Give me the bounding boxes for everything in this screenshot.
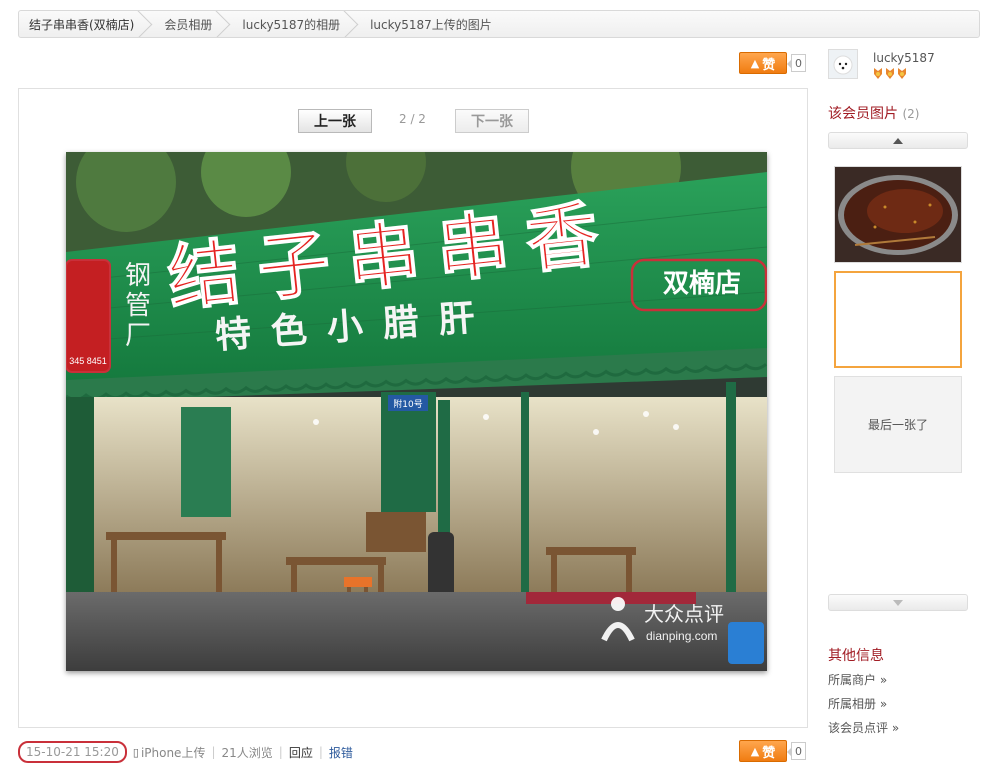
storefront-image: 345 8451 钢 管 厂 结子串串香 特色小腊肝 双楠店 附10号 大众点评…: [66, 152, 767, 671]
username-link[interactable]: lucky5187: [873, 51, 935, 65]
other-info-title: 其他信息: [828, 648, 884, 664]
breadcrumb-shop[interactable]: 结子串串香(双楠店): [19, 11, 152, 37]
next-photo-button[interactable]: 下一张: [455, 109, 529, 133]
sign-left-bot: 厂: [125, 321, 151, 351]
breadcrumb-member-album[interactable]: 会员相册: [152, 11, 230, 37]
reply-link[interactable]: 回应: [289, 744, 313, 761]
sign-phone: 345 8451: [69, 356, 107, 366]
divider: |: [318, 745, 323, 759]
photo-viewer: 上一张 2 / 2 下一张 345 8451 钢 管 厂 结子串串香 特色小腊肝…: [18, 88, 808, 728]
member-photos-label: 该会员图片: [828, 106, 898, 122]
sign-left-mid: 管: [125, 291, 151, 321]
photo-meta: 15-10-21 15:20 ▯ iPhone上传 | 21人浏览 | 回应 |…: [18, 740, 808, 764]
thumbs-up-icon: ▲: [750, 56, 760, 70]
medal-icon: [874, 68, 882, 79]
watermark-en: dianping.com: [646, 629, 717, 643]
thumbnail-current[interactable]: [834, 271, 962, 368]
upload-timestamp: 15-10-21 15:20: [18, 741, 127, 763]
member-photos-count: (2): [902, 107, 920, 121]
like-widget-top: ▲ 赞 0: [739, 52, 806, 74]
sign-left-top: 钢: [125, 261, 151, 291]
door-number: 附10号: [393, 398, 422, 410]
medal-icon: [886, 68, 894, 79]
like-button[interactable]: ▲ 赞: [739, 52, 787, 74]
like-button-bottom[interactable]: ▲ 赞: [739, 740, 787, 762]
last-photo-placeholder: 最后一张了: [834, 376, 962, 473]
breadcrumb-current: lucky5187上传的图片: [370, 17, 492, 32]
breadcrumb: 结子串串香(双楠店) 会员相册 lucky5187的相册 lucky5187上传…: [18, 10, 980, 38]
photo-pager: 2 / 2: [399, 112, 426, 126]
breadcrumb-user-album[interactable]: lucky5187的相册: [230, 11, 358, 37]
like-widget-bottom: ▲ 赞 0: [739, 740, 806, 762]
divider: |: [278, 745, 283, 759]
sign-branch: 双楠店: [663, 268, 741, 299]
divider: |: [211, 745, 216, 759]
medal-icon: [898, 68, 906, 79]
link-shop[interactable]: 所属商户 »: [828, 671, 887, 688]
like-count-bottom: 0: [787, 742, 806, 760]
watermark-cn: 大众点评: [644, 602, 724, 626]
report-link[interactable]: 报错: [329, 744, 353, 761]
thumbs-scroll-up[interactable]: [828, 132, 968, 149]
like-label: 赞: [762, 57, 776, 73]
avatar[interactable]: [828, 49, 858, 79]
user-rank-medals: [873, 68, 907, 79]
phone-icon: ▯: [132, 745, 139, 759]
link-member-reviews[interactable]: 该会员点评 »: [828, 719, 899, 736]
arrow-down-icon: [893, 599, 903, 606]
thumbs-scroll-down[interactable]: [828, 594, 968, 611]
thumbs-up-icon: ▲: [750, 744, 760, 758]
link-album[interactable]: 所属相册 »: [828, 695, 887, 712]
thumbnail-hotpot[interactable]: [834, 166, 962, 263]
like-count: 0: [787, 54, 806, 72]
member-photos-title: 该会员图片 (2): [828, 103, 919, 123]
photo-nav: 上一张 2 / 2 下一张: [19, 109, 807, 133]
hotpot-thumbnail-image: [835, 167, 961, 262]
arrow-up-icon: [893, 137, 903, 144]
upload-device: iPhone上传: [140, 745, 206, 760]
like-label-bottom: 赞: [762, 745, 776, 761]
restaurant-photo[interactable]: 345 8451 钢 管 厂 结子串串香 特色小腊肝 双楠店 附10号 大众点评…: [66, 152, 767, 671]
dog-avatar-icon: [829, 50, 857, 78]
view-count: 21人浏览: [221, 745, 273, 760]
prev-photo-button[interactable]: 上一张: [298, 109, 372, 133]
